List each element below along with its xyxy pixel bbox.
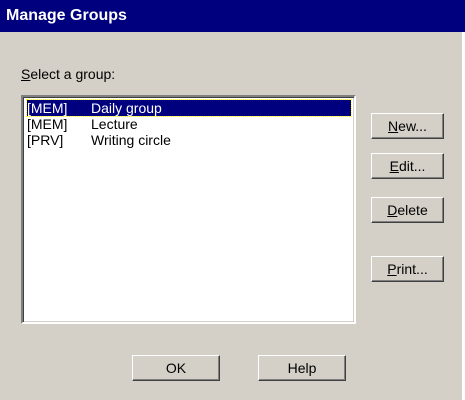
group-name: Daily group xyxy=(91,100,162,116)
new-button-accel: N xyxy=(388,118,399,134)
print-button-accel: P xyxy=(387,261,397,277)
dialog-title-bar: Manage Groups xyxy=(0,0,465,32)
edit-button-rest: dit... xyxy=(398,158,426,174)
group-name: Writing circle xyxy=(91,132,171,148)
print-button[interactable]: Print... xyxy=(371,256,444,282)
list-item[interactable]: [MEM] Daily group xyxy=(26,99,352,117)
help-button[interactable]: Help xyxy=(258,355,346,381)
list-item[interactable]: [MEM] Lecture xyxy=(27,116,351,132)
group-tag: [MEM] xyxy=(27,116,68,132)
new-button-rest: ew... xyxy=(398,118,427,134)
edit-button-accel: E xyxy=(389,158,399,174)
new-button[interactable]: New... xyxy=(371,113,444,139)
group-name: Lecture xyxy=(91,116,138,132)
select-group-label: Select a group: xyxy=(21,66,115,82)
select-group-label-accel: S xyxy=(21,66,31,82)
group-tag: [PRV] xyxy=(27,132,64,148)
select-group-label-rest: elect a group: xyxy=(30,66,116,82)
dialog-title: Manage Groups xyxy=(6,7,127,24)
delete-button-accel: D xyxy=(387,202,398,218)
print-button-rest: rint... xyxy=(396,261,428,277)
delete-button-rest: elete xyxy=(397,202,428,218)
delete-button[interactable]: Delete xyxy=(371,197,444,223)
list-item[interactable]: [PRV] Writing circle xyxy=(27,132,351,148)
ok-button[interactable]: OK xyxy=(132,355,220,381)
group-tag: [MEM] xyxy=(27,100,68,116)
manage-groups-dialog: Manage Groups Select a group: [MEM] Dail… xyxy=(0,0,465,400)
edit-button[interactable]: Edit... xyxy=(371,153,444,179)
groups-listbox[interactable]: [MEM] Daily group [MEM] Lecture [PRV] Wr… xyxy=(21,95,356,324)
